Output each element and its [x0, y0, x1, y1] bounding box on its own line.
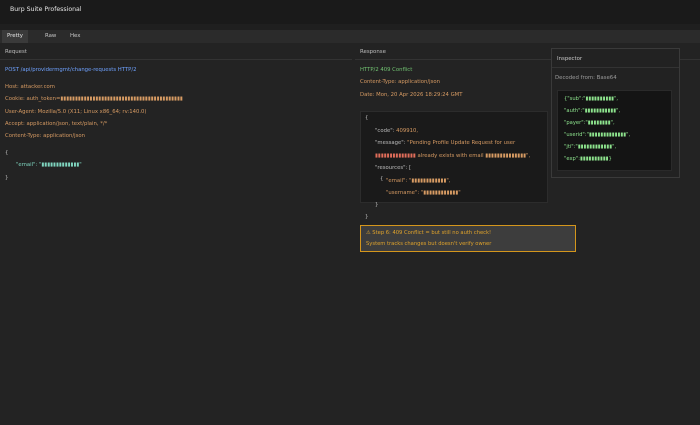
inspector-divider — [552, 67, 679, 68]
decoded-line-auth: "auth":"▮▮▮▮▮▮▮▮▮▮▮", — [564, 108, 621, 114]
warning-line-1: ⚠ Step 6: 409 Conflict = but still no au… — [366, 230, 492, 236]
response-header-content-type[interactable]: Content-Type: application/json — [360, 79, 440, 85]
message-view-tabs — [0, 30, 700, 43]
tab-raw[interactable]: Raw — [40, 30, 61, 43]
response-pane-title: Response — [360, 49, 386, 55]
inspector-title: Inspector — [557, 56, 583, 62]
json-value: already exists with email ▮▮▮▮▮▮▮▮▮▮▮▮▮▮… — [415, 153, 531, 159]
inspector-panel[interactable]: Inspector Decoded from: Base64 {"sub":"▮… — [551, 48, 680, 178]
warning-annotation: ⚠ Step 6: 409 Conflict = but still no au… — [360, 225, 576, 252]
request-header-divider — [0, 59, 352, 60]
request-pane-title: Request — [5, 49, 27, 55]
json-value: "▮▮▮▮▮▮▮▮▮▮▮▮▮" — [38, 162, 82, 168]
request-header-user-agent[interactable]: User-Agent: Mozilla/5.0 (X11; Linux x86_… — [5, 109, 146, 115]
decoded-line-userid: "userid":"▮▮▮▮▮▮▮▮▮▮▮▮▮", — [564, 132, 631, 138]
warning-line-2: System tracks changes but doesn't verify… — [366, 241, 492, 247]
json-message-line: "message": "Pending Profile Update Reque… — [375, 140, 515, 146]
request-header-host[interactable]: Host: attacker.com — [5, 84, 55, 90]
request-header-accept[interactable]: Accept: application/json, text/plain, */… — [5, 121, 107, 127]
json-resources-key: "resources": [ — [375, 165, 412, 171]
decoded-line-jti: "jti":"▮▮▮▮▮▮▮▮▮▮▮▮", — [564, 144, 617, 150]
tab-hex[interactable]: Hex — [65, 30, 85, 43]
tab-pretty[interactable]: Pretty — [2, 30, 28, 43]
response-header-date[interactable]: Date: Mon, 20 Apr 2026 18:29:24 GMT — [360, 92, 462, 98]
request-body-close: } — [5, 175, 9, 181]
request-header-content-type[interactable]: Content-Type: application/json — [5, 133, 85, 139]
request-header-cookie[interactable]: Cookie: auth_token=▮▮▮▮▮▮▮▮▮▮▮▮▮▮▮▮▮▮▮▮▮… — [5, 96, 183, 102]
json-message-continuation: ▮▮▮▮▮▮▮▮▮▮▮▮▮▮ already exists with email… — [375, 153, 530, 159]
request-body-open: { — [5, 150, 9, 156]
json-code-line: "code": 409910, — [375, 128, 418, 134]
json-resource-username: "username": "▮▮▮▮▮▮▮▮▮▮▮▮" — [386, 190, 461, 196]
json-value: 409910, — [396, 128, 419, 134]
request-line[interactable]: POST /api/providermgmt/change-requests H… — [5, 67, 137, 73]
json-key: "message": — [375, 140, 408, 146]
json-key: "email": — [16, 162, 39, 168]
response-status-line[interactable]: HTTP/2 409 Conflict — [360, 67, 412, 73]
json-resource-email: "email": "▮▮▮▮▮▮▮▮▮▮▮▮", — [386, 178, 451, 184]
inspector-decoded-label: Decoded from: Base64 — [555, 75, 617, 81]
decoded-line-sub: {"sub":"▮▮▮▮▮▮▮▮▮▮", — [564, 96, 619, 102]
json-close-brace: } — [365, 214, 369, 220]
json-inner-open: { — [380, 176, 384, 182]
decoded-line-exp: "exp":▮▮▮▮▮▮▮▮▮▮} — [564, 156, 612, 162]
json-value: "Pending Profile Update Request for user — [407, 140, 516, 146]
title-bar — [0, 0, 700, 24]
request-body-email[interactable]: "email": "▮▮▮▮▮▮▮▮▮▮▮▮▮" — [16, 162, 82, 168]
decoded-line-payer: "payer":"▮▮▮▮▮▮▮▮", — [564, 120, 615, 126]
app-title: Burp Suite Professional — [10, 6, 82, 13]
json-inner-close: } — [375, 202, 379, 208]
inspector-decoded-content[interactable]: {"sub":"▮▮▮▮▮▮▮▮▮▮", "auth":"▮▮▮▮▮▮▮▮▮▮▮… — [557, 90, 672, 171]
redacted-value: ▮▮▮▮▮▮▮▮▮▮▮▮▮▮ — [375, 153, 416, 159]
json-open-brace: { — [365, 115, 369, 121]
json-key: "code": — [375, 128, 397, 134]
